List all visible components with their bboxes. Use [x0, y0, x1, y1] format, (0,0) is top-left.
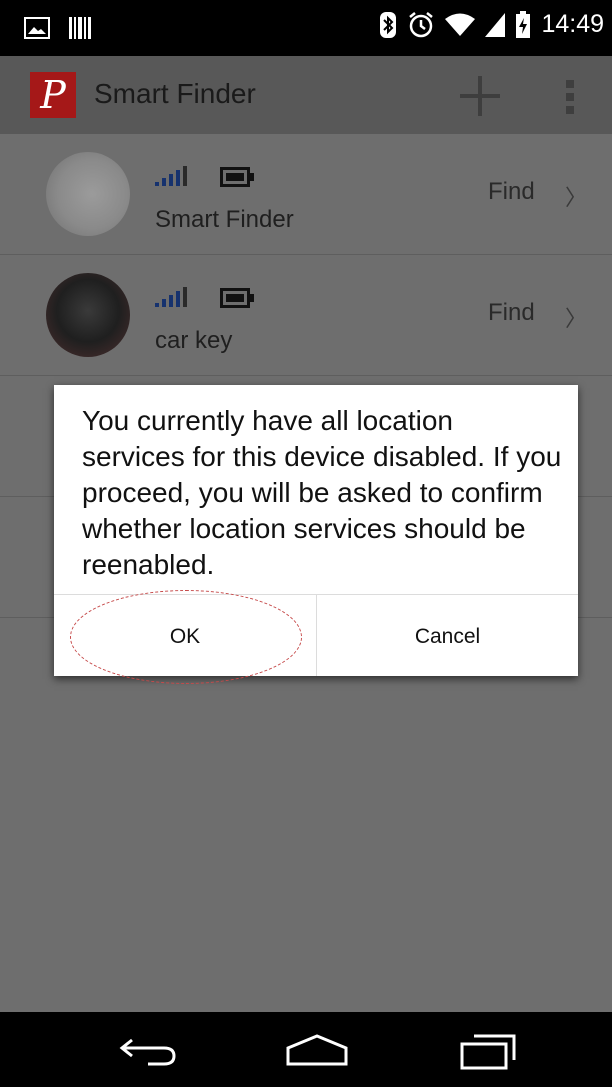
navigation-bar: [0, 1012, 612, 1087]
find-button[interactable]: Find: [488, 299, 535, 327]
barcode-icon: [69, 17, 91, 39]
bluetooth-icon: [380, 11, 397, 38]
recent-apps-icon[interactable]: [458, 1032, 518, 1072]
app-bar: P Smart Finder: [0, 56, 612, 134]
device-name: car key: [155, 327, 233, 354]
cancel-button[interactable]: Cancel: [317, 595, 578, 676]
location-dialog: You currently have all location services…: [54, 385, 578, 676]
overflow-menu-icon[interactable]: [566, 80, 576, 116]
device-avatar: [46, 152, 130, 236]
signal-icon: [485, 12, 506, 37]
app-logo: P: [30, 72, 76, 118]
plus-icon[interactable]: [456, 72, 504, 120]
ok-button[interactable]: OK: [54, 595, 316, 676]
device-avatar: [46, 273, 130, 357]
back-icon[interactable]: [118, 1030, 180, 1070]
dialog-message: You currently have all location services…: [82, 405, 562, 580]
home-icon[interactable]: [284, 1032, 350, 1068]
device-row[interactable]: car key Find 〉: [0, 255, 612, 376]
battery-charging-icon: [516, 10, 531, 38]
alarm-icon: [409, 11, 434, 37]
clock: 14:49: [541, 10, 604, 38]
signal-strength-icon: [155, 287, 187, 307]
find-button[interactable]: Find: [488, 178, 535, 206]
battery-icon: [220, 167, 254, 187]
chevron-right-icon: 〉: [565, 185, 588, 210]
chevron-right-icon: 〉: [565, 306, 588, 331]
wifi-icon: [445, 13, 476, 36]
battery-icon: [220, 288, 254, 308]
status-bar: 14:49: [0, 0, 612, 56]
device-row[interactable]: Smart Finder Find 〉: [0, 134, 612, 255]
image-icon: [24, 17, 50, 39]
signal-strength-icon: [155, 166, 187, 186]
app-title: Smart Finder: [94, 78, 256, 109]
device-name: Smart Finder: [155, 206, 294, 233]
